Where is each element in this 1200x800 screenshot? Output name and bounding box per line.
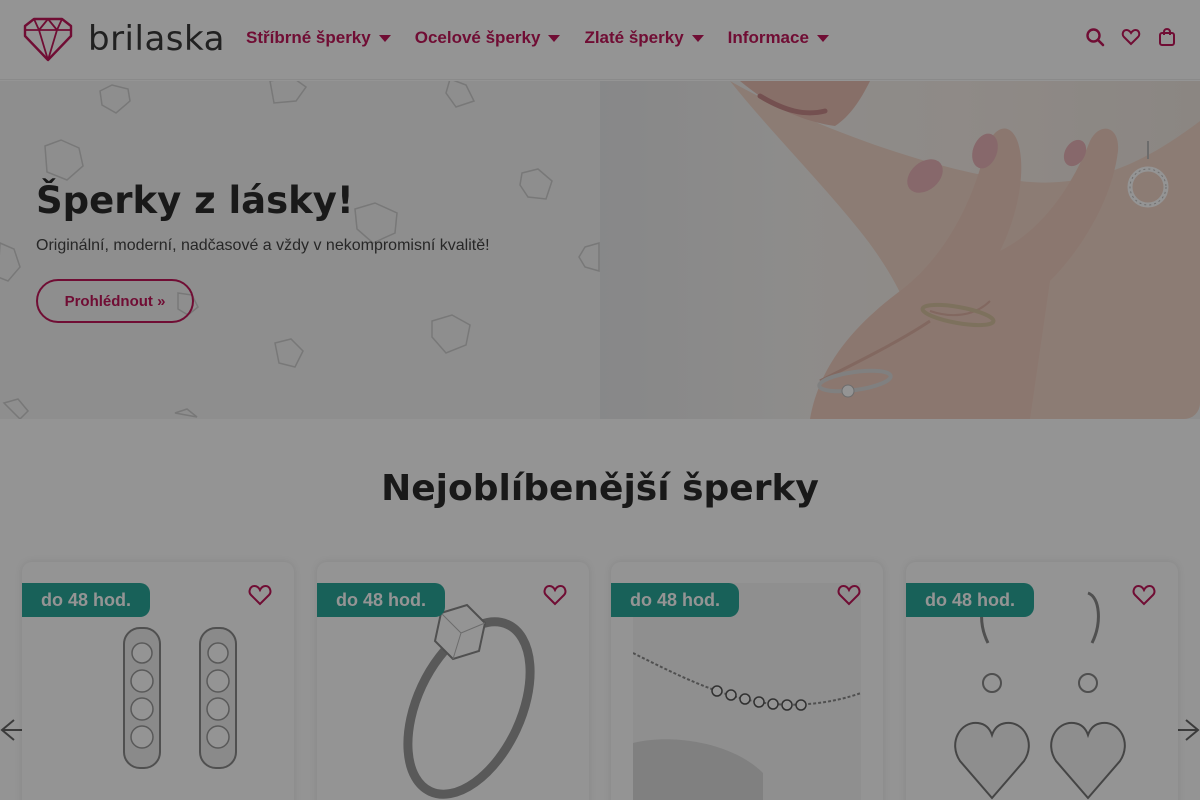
delivery-badge: do 48 hod. bbox=[611, 583, 739, 617]
hero-photo bbox=[600, 81, 1200, 419]
delivery-badge: do 48 hod. bbox=[22, 583, 150, 617]
heart-icon[interactable] bbox=[543, 584, 567, 606]
product-carousel: do 48 hod. do 48 hod. do 48 hod. do 48 h… bbox=[22, 562, 1178, 800]
cart-button[interactable] bbox=[1156, 26, 1178, 48]
main-nav: Stříbrné šperky Ocelové šperky Zlaté špe… bbox=[246, 28, 853, 48]
wishlist-button[interactable] bbox=[1120, 26, 1142, 48]
nav-item-info[interactable]: Informace bbox=[728, 28, 829, 48]
brand-logo[interactable]: brilaska bbox=[22, 16, 225, 62]
section-title: Nejoblíbenější šperky bbox=[381, 468, 819, 509]
product-card[interactable]: do 48 hod. bbox=[611, 562, 883, 800]
product-card[interactable]: do 48 hod. bbox=[22, 562, 294, 800]
search-icon bbox=[1086, 28, 1105, 47]
browse-button[interactable]: Prohlédnout » bbox=[36, 279, 194, 323]
delivery-badge: do 48 hod. bbox=[906, 583, 1034, 617]
heart-icon[interactable] bbox=[248, 584, 272, 606]
header-actions bbox=[1084, 26, 1178, 48]
nav-item-label: Zlaté šperky bbox=[584, 28, 684, 47]
nav-item-label: Stříbrné šperky bbox=[246, 28, 371, 47]
heart-icon bbox=[1121, 28, 1141, 46]
search-button[interactable] bbox=[1084, 26, 1106, 48]
hero-subtitle: Originální, moderní, nadčasové a vždy v … bbox=[36, 237, 490, 254]
product-card[interactable]: do 48 hod. bbox=[906, 562, 1178, 800]
hero-title: Šperky z lásky! bbox=[36, 179, 354, 222]
nav-item-silver[interactable]: Stříbrné šperky bbox=[246, 28, 391, 48]
caret-down-icon bbox=[378, 34, 391, 42]
heart-icon[interactable] bbox=[837, 584, 861, 606]
caret-down-icon bbox=[548, 34, 561, 42]
model-photo-illustration bbox=[730, 81, 1200, 419]
delivery-badge: do 48 hod. bbox=[317, 583, 445, 617]
nav-item-label: Ocelové šperky bbox=[414, 28, 541, 47]
diamond-heart-icon bbox=[23, 17, 73, 62]
shopping-bag-icon bbox=[1159, 27, 1175, 46]
caret-down-icon bbox=[691, 34, 704, 42]
nav-item-label: Informace bbox=[727, 28, 809, 47]
hero-banner: Šperky z lásky! Originální, moderní, nad… bbox=[0, 81, 1200, 419]
site-header: brilaska Stříbrné šperky Ocelové šperky … bbox=[0, 0, 1200, 80]
brand-name: brilaska bbox=[88, 19, 225, 59]
product-card[interactable]: do 48 hod. bbox=[317, 562, 589, 800]
nav-item-steel[interactable]: Ocelové šperky bbox=[415, 28, 561, 48]
heart-icon[interactable] bbox=[1132, 584, 1156, 606]
caret-down-icon bbox=[816, 34, 829, 42]
nav-item-gold[interactable]: Zlaté šperky bbox=[584, 28, 704, 48]
